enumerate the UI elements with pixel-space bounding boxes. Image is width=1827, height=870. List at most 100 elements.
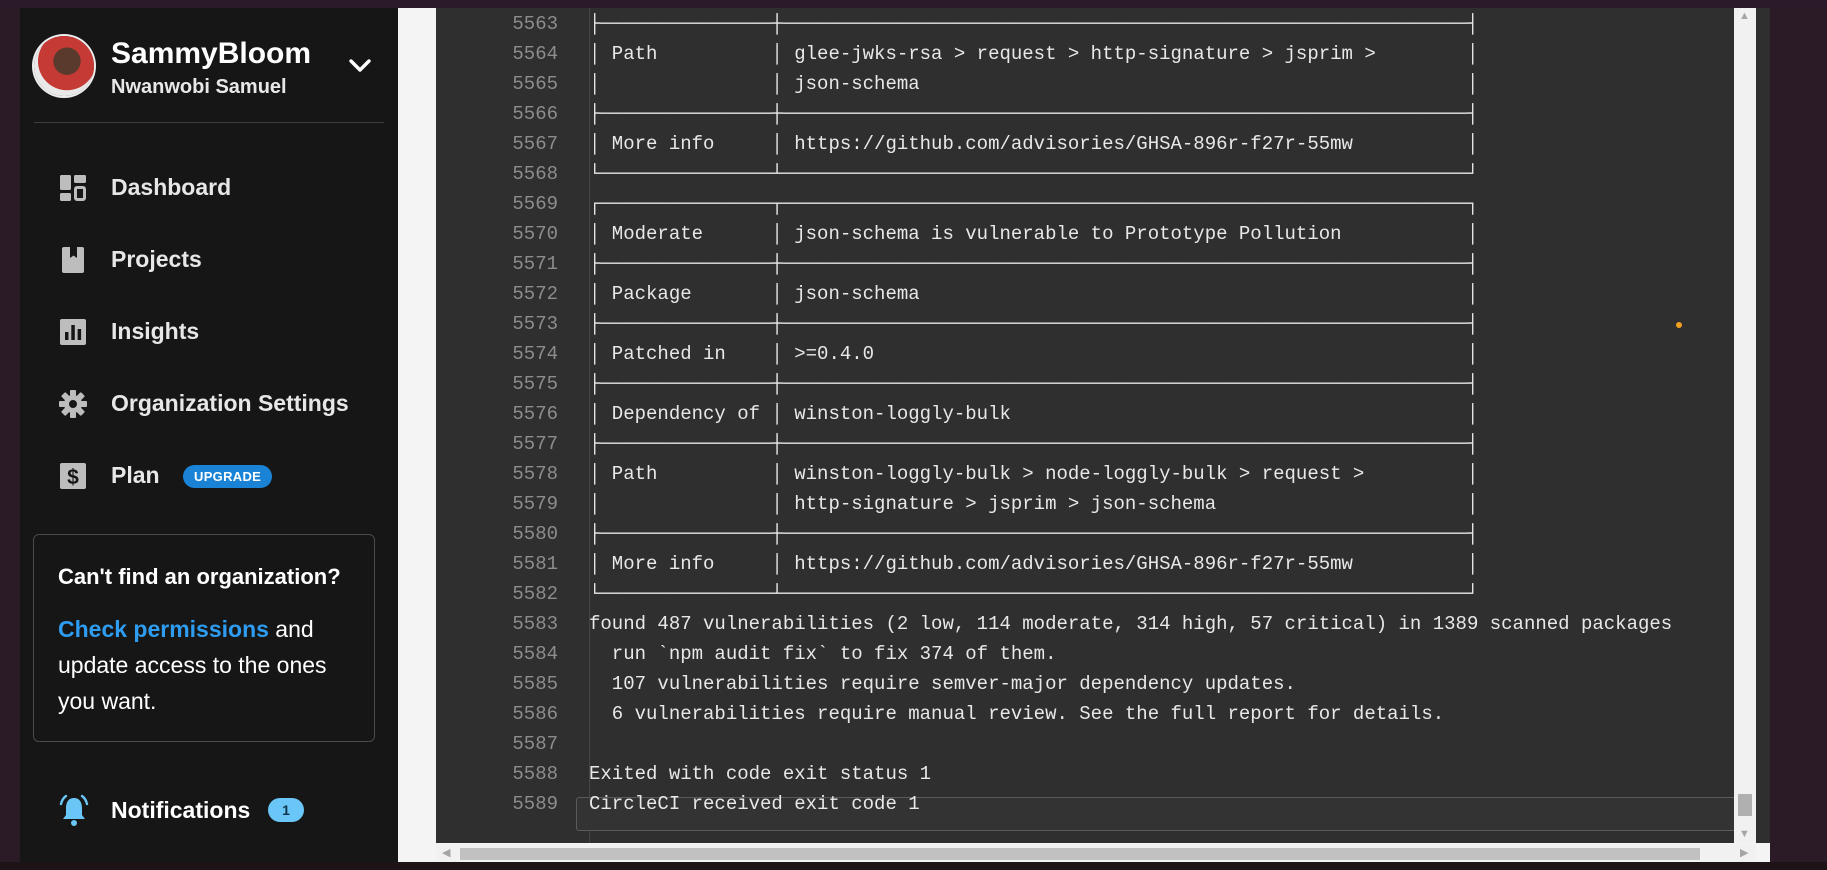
horizontal-scrollbar[interactable]: ◀ ▶ — [436, 844, 1756, 862]
log-line: 5565 │ │ json-schema │ — [436, 69, 1770, 99]
log-line-text: 107 vulnerabilities require semver-major… — [589, 673, 1296, 695]
line-number: 5584 — [512, 643, 558, 665]
scroll-down-arrow-icon[interactable]: ▼ — [1739, 828, 1750, 840]
log-line: 5589 CircleCI received exit code 1 — [436, 789, 1770, 819]
line-number: 5578 — [512, 463, 558, 485]
log-line: 5583 found 487 vulnerabilities (2 low, 11… — [436, 609, 1770, 639]
sidebar-item-label: Projects — [111, 246, 202, 272]
log-line-text: └───────────────┴───────────────────────… — [589, 163, 1479, 185]
log-line-text: run `npm audit fix` to fix 374 of them. — [589, 643, 1057, 665]
line-number: 5587 — [512, 733, 558, 755]
chevron-down-icon[interactable] — [346, 52, 374, 80]
log-line-text: │ Moderate │ json-schema is vulnerable t… — [589, 223, 1479, 245]
line-number: 5589 — [512, 793, 558, 815]
log-line-text: ├───────────────┼───────────────────────… — [589, 523, 1479, 545]
log-line-text: ├───────────────┼───────────────────────… — [589, 433, 1479, 455]
line-number: 5585 — [512, 673, 558, 695]
sidebar: SammyBloom Nwanwobi Samuel Dashboard Pro… — [20, 8, 398, 862]
sidebar-item-label: Plan — [111, 462, 160, 488]
line-number: 5571 — [512, 253, 558, 275]
log-line: 5572 │ Package │ json-schema │ — [436, 279, 1770, 309]
line-number: 5588 — [512, 763, 558, 785]
log-line-text: found 487 vulnerabilities (2 low, 114 mo… — [589, 613, 1673, 635]
dashboard-icon — [60, 175, 86, 201]
username: SammyBloom — [111, 37, 312, 70]
notification-count-badge: 1 — [268, 798, 304, 822]
line-number: 5573 — [512, 313, 558, 335]
line-number: 5568 — [512, 163, 558, 185]
line-number: 5570 — [512, 223, 558, 245]
line-number: 5564 — [512, 43, 558, 65]
line-number: 5576 — [512, 403, 558, 425]
sidebar-divider — [34, 122, 384, 123]
sidebar-item-label: Insights — [111, 318, 200, 344]
log-line: 5567 │ More info │ https://github.com/adv… — [436, 129, 1770, 159]
build-log-output: 5563 ├───────────────┼───────────────────… — [436, 8, 1770, 843]
scroll-right-arrow-icon[interactable]: ▶ — [1740, 846, 1748, 859]
profile-switcher[interactable]: SammyBloom Nwanwobi Samuel — [20, 8, 398, 122]
log-line: 5570 │ Moderate │ json-schema is vulnerab… — [436, 219, 1770, 249]
scroll-left-arrow-icon[interactable]: ◀ — [442, 846, 450, 859]
line-number: 5566 — [512, 103, 558, 125]
log-line: 5568 └───────────────┴───────────────────… — [436, 159, 1770, 189]
log-line: 5581 │ More info │ https://github.com/adv… — [436, 549, 1770, 579]
org-help-box: Can't find an organization? Check permis… — [33, 534, 375, 742]
log-line-text: ├───────────────┼───────────────────────… — [589, 253, 1479, 275]
log-line-text: ├───────────────┼───────────────────────… — [589, 313, 1479, 335]
log-line: 5564 │ Path │ glee-jwks-rsa > request > h… — [436, 39, 1770, 69]
upgrade-badge[interactable]: UPGRADE — [183, 465, 273, 488]
log-line: 5579 │ │ http-signature > jsprim > json-s… — [436, 489, 1770, 519]
log-line-text: │ Dependency of │ winston-loggly-bulk │ — [589, 403, 1479, 425]
sidebar-item-insights[interactable]: Insights — [20, 295, 398, 367]
log-line-text: ├───────────────┼───────────────────────… — [589, 373, 1479, 395]
log-line: 5585 107 vulnerabilities require semver-… — [436, 669, 1770, 699]
vertical-scroll-thumb[interactable] — [1738, 794, 1752, 816]
svg-text:$: $ — [67, 466, 79, 489]
window-top-strip — [0, 0, 1827, 8]
sidebar-item-notifications[interactable]: Notifications 1 — [20, 786, 398, 836]
line-number: 5577 — [512, 433, 558, 455]
line-number: 5582 — [512, 583, 558, 605]
line-number: 5583 — [512, 613, 558, 635]
line-number: 5574 — [512, 343, 558, 365]
log-line: 5575 ├───────────────┼───────────────────… — [436, 369, 1770, 399]
log-line: 5588 Exited with code exit status 1 — [436, 759, 1770, 789]
log-line-text: └───────────────┴───────────────────────… — [589, 583, 1479, 605]
dollar-icon: $ — [60, 463, 86, 489]
bar-chart-icon — [60, 319, 86, 345]
log-line: 5576 │ Dependency of │ winston-loggly-bul… — [436, 399, 1770, 429]
book-icon — [62, 247, 84, 273]
log-line-text: │ Patched in │ >=0.4.0 │ — [589, 343, 1479, 365]
line-number: 5575 — [512, 373, 558, 395]
check-permissions-link[interactable]: Check permissions — [58, 616, 269, 642]
log-line: 5569 ┌───────────────┬───────────────────… — [436, 189, 1770, 219]
sidebar-item-projects[interactable]: Projects — [20, 223, 398, 295]
line-number: 5563 — [512, 13, 558, 35]
log-line-text: ├───────────────┼───────────────────────… — [589, 103, 1479, 125]
line-number: 5581 — [512, 553, 558, 575]
log-line-text: Exited with code exit status 1 — [589, 763, 932, 785]
log-line-text: │ │ http-signature > jsprim > json-schem… — [589, 493, 1479, 515]
log-line: 5577 ├───────────────┼───────────────────… — [436, 429, 1770, 459]
org-help-text: Check permissions and update access to t… — [58, 611, 358, 719]
user-full-name: Nwanwobi Samuel — [111, 76, 287, 98]
log-line-text: CircleCI received exit code 1 — [589, 793, 920, 815]
log-line: 5587 — [436, 729, 1770, 759]
sidebar-nav: Dashboard Projects Insights Organization… — [20, 151, 398, 511]
log-line: 5582 └───────────────┴───────────────────… — [436, 579, 1770, 609]
line-number: 5580 — [512, 523, 558, 545]
sidebar-item-dashboard[interactable]: Dashboard — [20, 151, 398, 223]
log-line: 5563 ├───────────────┼───────────────────… — [436, 9, 1770, 39]
sidebar-item-organization-settings[interactable]: Organization Settings — [20, 367, 398, 439]
vertical-scrollbar[interactable]: ▲ ▼ — [1734, 8, 1756, 843]
log-line: 5586 6 vulnerabilities require manual re… — [436, 699, 1770, 729]
notifications-label: Notifications — [111, 797, 251, 823]
line-number: 5565 — [512, 73, 558, 95]
window-bottom-edge — [0, 862, 1827, 870]
log-line: 5580 ├───────────────┼───────────────────… — [436, 519, 1770, 549]
line-number: 5579 — [512, 493, 558, 515]
horizontal-scroll-thumb[interactable] — [460, 848, 1700, 860]
sidebar-item-plan[interactable]: $ Plan UPGRADE — [20, 439, 398, 511]
log-line: 5584 run `npm audit fix` to fix 374 of t… — [436, 639, 1770, 669]
scroll-up-arrow-icon[interactable]: ▲ — [1739, 10, 1750, 22]
